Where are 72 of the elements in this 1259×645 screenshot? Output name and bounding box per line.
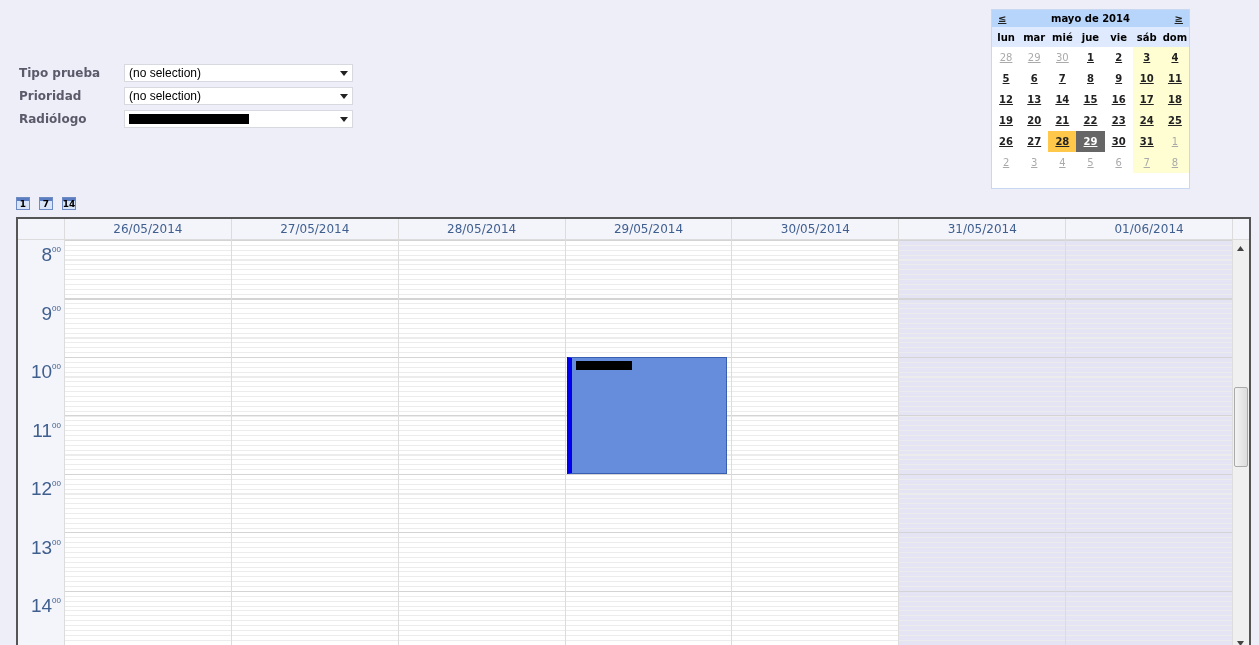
calendar-day[interactable]: 16: [1104, 89, 1133, 110]
filter-label: Radiólogo: [19, 112, 88, 126]
day-header: 29/05/2014: [564, 219, 732, 239]
scroll-up-icon[interactable]: [1237, 246, 1244, 251]
calendar-day[interactable]: 18: [1160, 89, 1189, 110]
weekday-label: mié: [1051, 31, 1074, 43]
day-header: 26/05/2014: [64, 219, 231, 239]
day-header: 30/05/2014: [731, 219, 899, 239]
appointment-block[interactable]: [566, 357, 728, 474]
day-header: 28/05/2014: [397, 219, 565, 239]
dropdown[interactable]: [124, 110, 353, 128]
calendar-day[interactable]: 17: [1132, 89, 1161, 110]
scrollbar[interactable]: [1232, 240, 1249, 645]
weekday-label: mar: [1022, 31, 1047, 43]
calendar-day[interactable]: 11: [1160, 68, 1189, 89]
hour-label: 8$^{00}$: [40, 243, 62, 267]
calendar-day[interactable]: 30: [1104, 131, 1133, 152]
hour-label: 14$^{00}$: [29, 594, 62, 618]
calendar-day[interactable]: 19: [992, 110, 1021, 131]
dropdown[interactable]: (no selection): [124, 64, 353, 82]
calendar-day[interactable]: 10: [1132, 68, 1161, 89]
calendar-day[interactable]: 15: [1076, 89, 1105, 110]
caret-icon: [340, 116, 348, 122]
weekday-label: sáb: [1135, 31, 1158, 43]
day-header: 27/05/2014: [230, 219, 398, 239]
calendar-day[interactable]: 4: [1160, 47, 1189, 68]
calendar-day[interactable]: 20: [1020, 110, 1049, 131]
day-header: 01/06/2014: [1065, 219, 1232, 239]
caret-icon: [340, 70, 348, 76]
next-month-link[interactable]: ≥: [1174, 13, 1183, 24]
calendar-day[interactable]: 27: [1020, 131, 1049, 152]
month-title: mayo de 2014: [1051, 13, 1130, 24]
hour-label: 10$^{00}$: [29, 360, 62, 384]
hour-label: 13$^{00}$: [29, 535, 62, 560]
calendar-day[interactable]: 7: [1048, 68, 1077, 89]
calendar-day[interactable]: 14: [1048, 89, 1077, 110]
calendar-view-button[interactable]: 1: [16, 197, 30, 210]
calendar-day[interactable]: 26: [992, 131, 1021, 152]
hour-label: 9$^{00}$: [40, 301, 62, 326]
filter-label: Prioridad: [19, 89, 83, 103]
prev-month-link[interactable]: ≤: [998, 13, 1007, 24]
hour-label: 12$^{00}$: [29, 477, 62, 501]
calendar-day[interactable]: 1: [1076, 47, 1105, 68]
scroll-down-icon[interactable]: [1237, 640, 1244, 645]
calendar-day[interactable]: 3: [1132, 47, 1161, 68]
calendar-view-button[interactable]: 14: [62, 197, 76, 210]
calendar-day[interactable]: 8: [1076, 68, 1105, 89]
calendar-day[interactable]: 12: [992, 89, 1021, 110]
calendar-day[interactable]: 22: [1076, 110, 1105, 131]
filter-label: Tipo prueba: [19, 66, 102, 80]
dropdown[interactable]: (no selection): [124, 87, 353, 105]
calendar-day[interactable]: 6: [1020, 68, 1049, 89]
calendar-day[interactable]: 13: [1020, 89, 1049, 110]
calendar-day[interactable]: 2: [1104, 47, 1133, 68]
calendar-day[interactable]: 5: [992, 68, 1021, 89]
hour-label: 11$^{00}$: [31, 418, 62, 443]
calendar-day[interactable]: 28: [1048, 131, 1077, 152]
calendar-day[interactable]: 23: [1104, 110, 1133, 131]
calendar-day[interactable]: 21: [1048, 110, 1077, 131]
day-header: 31/05/2014: [898, 219, 1066, 239]
weekday-label: vie: [1109, 31, 1128, 43]
caret-icon: [340, 93, 348, 99]
calendar-day[interactable]: 29: [1076, 131, 1105, 152]
calendar-day[interactable]: 24: [1132, 110, 1161, 131]
calendar-day[interactable]: 9: [1104, 68, 1133, 89]
weekday-label: lun: [996, 31, 1016, 43]
weekday-label: dom: [1161, 31, 1189, 43]
weekday-label: jue: [1080, 31, 1101, 43]
calendar-day[interactable]: 31: [1132, 131, 1161, 152]
calendar-view-button[interactable]: 7: [39, 197, 53, 210]
scrollbar-thumb[interactable]: [1234, 387, 1248, 467]
calendar-day[interactable]: 25: [1160, 110, 1189, 131]
